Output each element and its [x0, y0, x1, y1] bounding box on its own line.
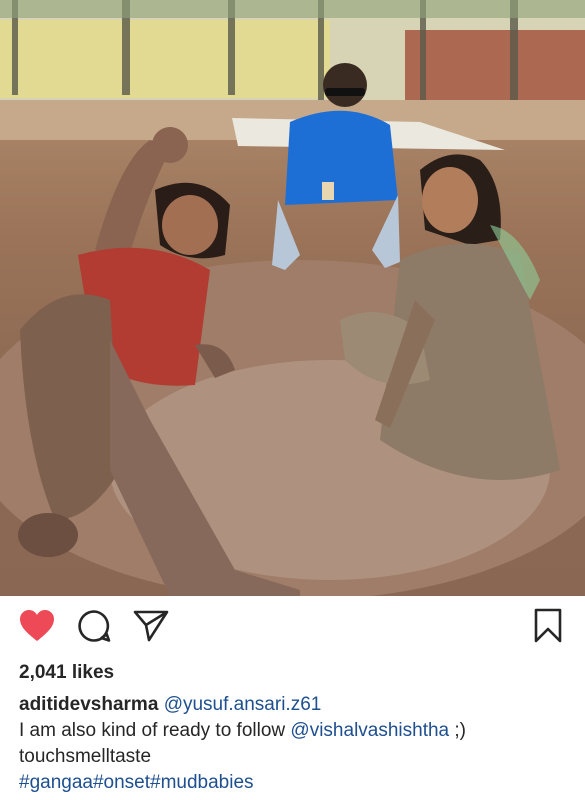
likes-count[interactable]: 2,041 likes [19, 662, 114, 684]
post-actions-bar [0, 596, 585, 656]
caption-mention-2[interactable]: @vishalvashishtha [290, 720, 449, 741]
bookmark-icon[interactable] [534, 608, 562, 644]
caption-line-2: I am also kind of ready to follow @visha… [19, 718, 579, 744]
caption-line-1: aditidevsharma @yusuf.ansari.z61 [19, 692, 579, 718]
caption-username[interactable]: aditidevsharma [19, 694, 158, 715]
post-photo-illustration [0, 0, 585, 596]
heart-icon[interactable] [19, 609, 55, 643]
caption-mention[interactable]: @yusuf.ansari.z61 [164, 694, 322, 715]
caption-suffix: ;) [454, 720, 467, 741]
caption-text: I am also kind of ready to follow [19, 720, 286, 741]
foliage [0, 0, 585, 18]
post-photo[interactable] [0, 0, 585, 596]
caption-line-3: touchsmelltaste [19, 746, 152, 767]
post-caption: aditidevsharma @yusuf.ansari.z61 I am al… [19, 692, 579, 796]
share-icon[interactable] [133, 609, 169, 643]
caption-hashtags[interactable]: #gangaa#onset#mudbabies [19, 770, 579, 796]
comment-icon[interactable] [77, 609, 111, 643]
yellow-fence [0, 20, 330, 98]
